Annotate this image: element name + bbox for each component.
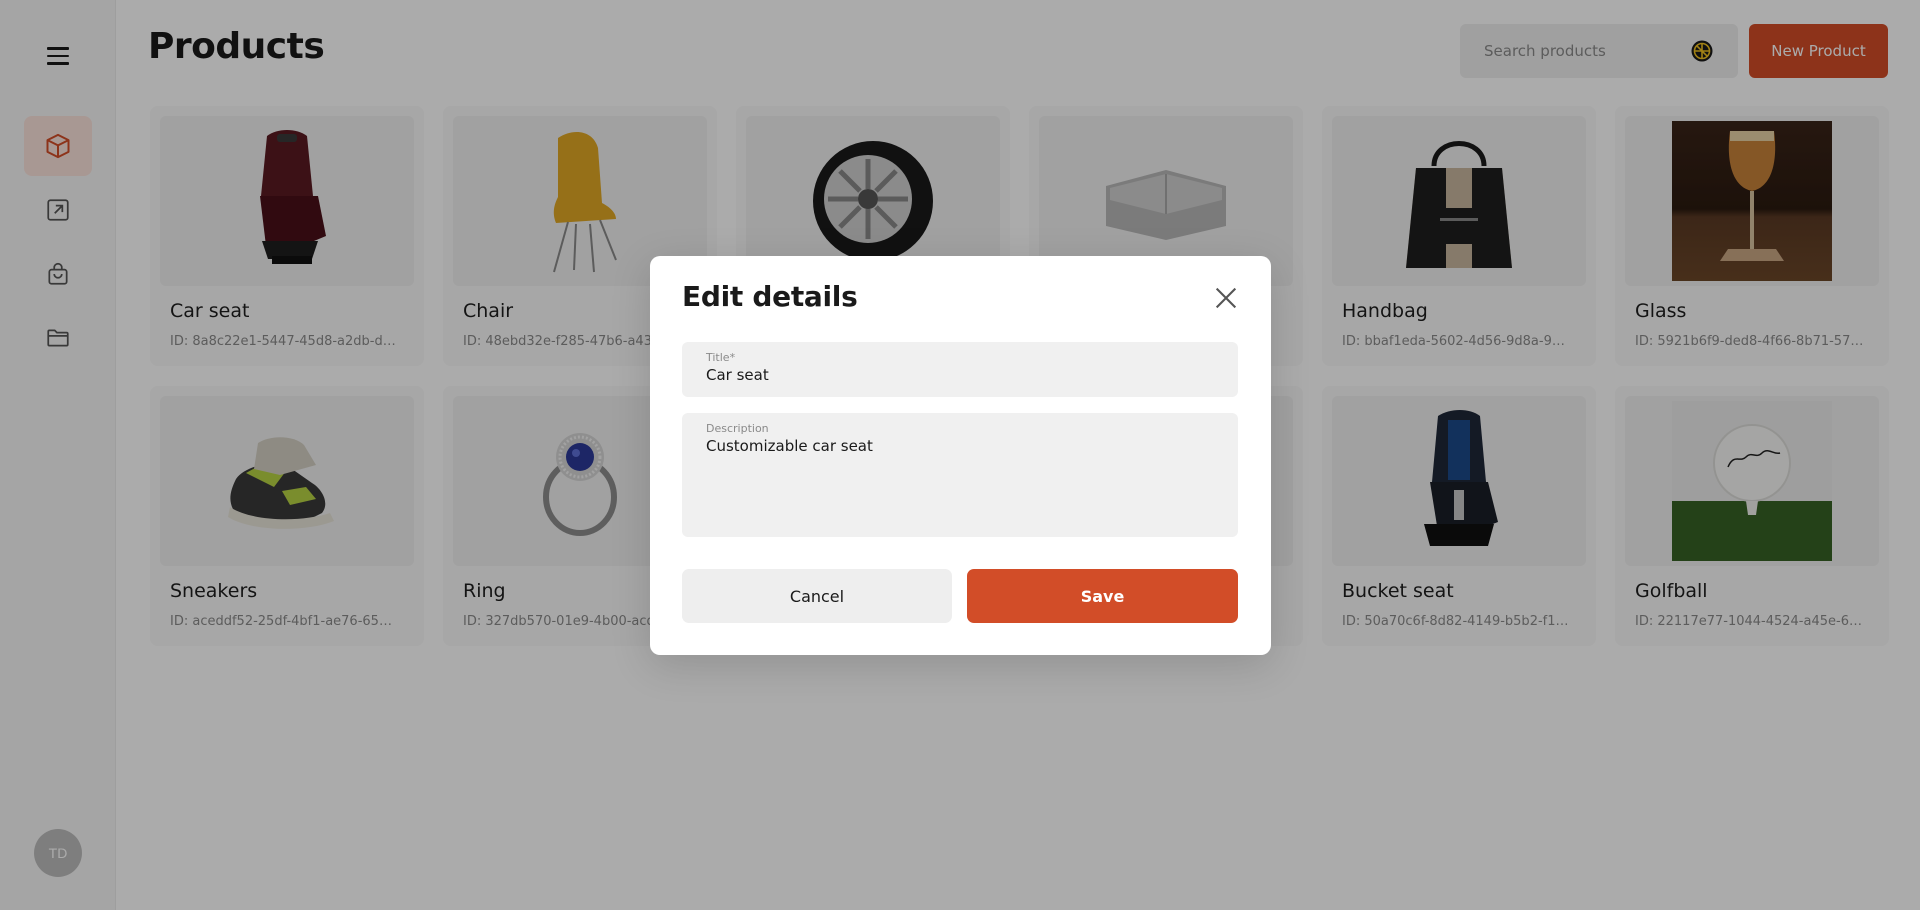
description-field[interactable]: Description Customizable car seat xyxy=(682,413,1238,537)
title-field-label: Title* xyxy=(706,351,736,364)
description-field-label: Description xyxy=(706,422,769,435)
dialog-title: Edit details xyxy=(682,280,858,313)
close-button[interactable] xyxy=(1212,284,1240,312)
title-field-value[interactable]: Car seat xyxy=(706,366,1214,384)
edit-details-dialog: Edit details Title* Car seat Description… xyxy=(650,256,1271,655)
cancel-button[interactable]: Cancel xyxy=(682,569,952,623)
description-field-value[interactable]: Customizable car seat xyxy=(706,437,1214,455)
close-icon xyxy=(1215,287,1237,309)
save-button[interactable]: Save xyxy=(967,569,1238,623)
title-field[interactable]: Title* Car seat xyxy=(682,342,1238,397)
